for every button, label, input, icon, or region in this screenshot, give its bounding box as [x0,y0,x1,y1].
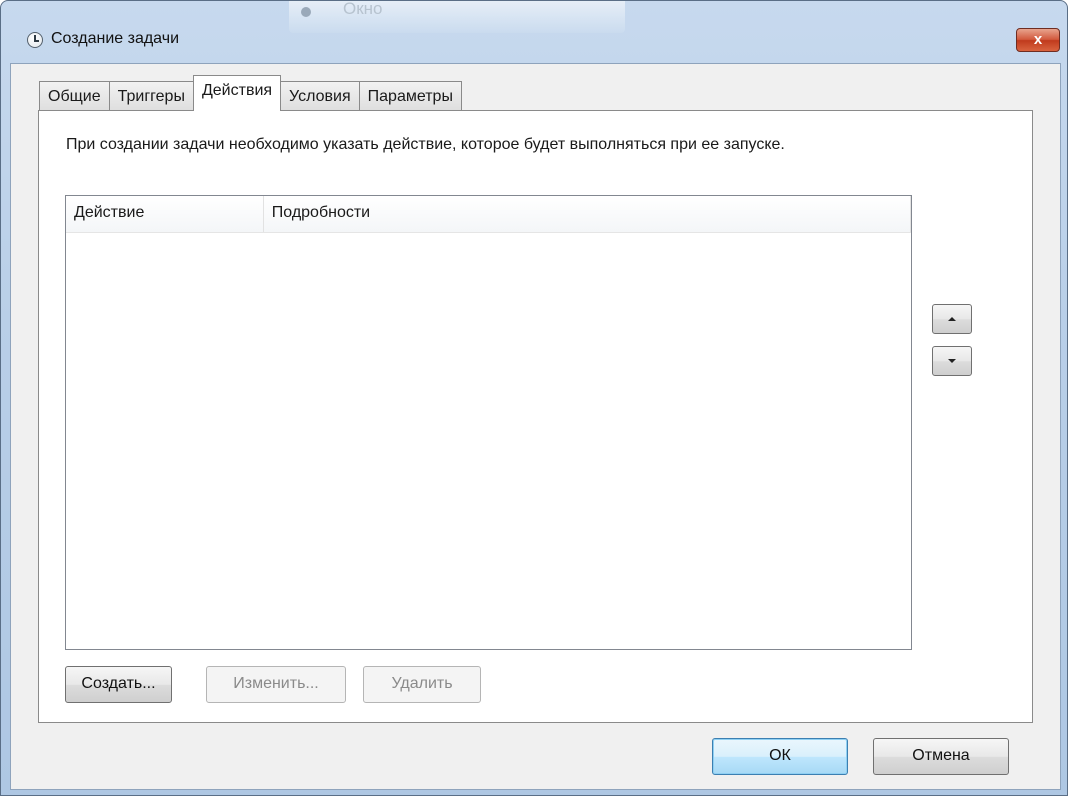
task-dialog-window: Окно Создание задачи x Общие Триггеры Де… [0,0,1068,796]
tab-conditions[interactable]: Условия [280,81,360,111]
tab-triggers[interactable]: Триггеры [108,81,194,111]
actions-tab-panel: При создании задачи необходимо указать д… [38,110,1033,723]
cancel-button[interactable]: Отмена [873,738,1009,775]
arrow-up-icon [948,317,956,321]
edit-action-button[interactable]: Изменить... [206,666,346,703]
column-header-action[interactable]: Действие [66,196,264,232]
arrow-down-icon [948,359,956,363]
move-up-button[interactable] [932,304,972,334]
create-action-button[interactable]: Создать... [65,666,172,703]
column-header-details[interactable]: Подробности [264,196,911,232]
tab-settings[interactable]: Параметры [358,81,462,111]
dialog-client-area: Общие Триггеры Действия Условия Параметр… [10,63,1061,790]
title-bar[interactable]: Создание задачи x [1,1,1067,63]
window-title: Создание задачи [51,30,179,47]
tab-general[interactable]: Общие [39,81,110,111]
tab-actions[interactable]: Действия [192,75,282,111]
delete-action-button[interactable]: Удалить [363,666,481,703]
tab-strip: Общие Триггеры Действия Условия Параметр… [39,75,462,111]
move-down-button[interactable] [932,346,972,376]
close-icon: x [1033,31,1043,48]
close-button[interactable]: x [1016,28,1060,52]
clock-icon [27,32,43,48]
actions-list-header: Действие Подробности [66,196,911,233]
ok-button[interactable]: ОК [712,738,848,775]
actions-list[interactable]: Действие Подробности [65,195,912,650]
actions-description: При создании задачи необходимо указать д… [66,136,785,153]
